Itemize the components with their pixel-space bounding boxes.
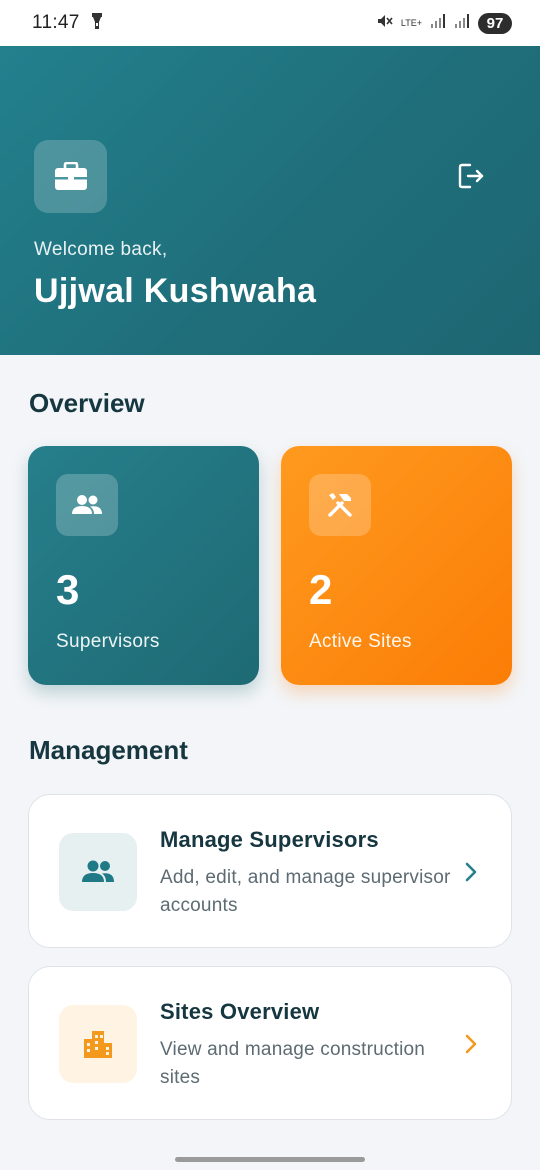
- supervisors-count: 3: [56, 566, 80, 613]
- user-name: Ujjwal Kushwaha: [34, 272, 317, 310]
- logout-icon: [457, 162, 487, 195]
- sites-overview-card[interactable]: Sites Overview View and manage construct…: [28, 966, 512, 1120]
- sites-overview-title: Sites Overview: [160, 999, 320, 1024]
- sites-overview-description: View and manage construction sites: [160, 1039, 426, 1088]
- supervisors-stat-card[interactable]: 3 Supervisors: [28, 446, 259, 685]
- chevron-right-icon: [459, 1031, 483, 1057]
- manage-supervisors-title: Manage Supervisors: [160, 827, 379, 852]
- chevron-right-icon: [459, 859, 483, 885]
- active-sites-label: Active Sites: [309, 631, 412, 652]
- supervisors-label: Supervisors: [56, 631, 160, 652]
- welcome-text: Welcome back,: [34, 239, 168, 260]
- signal-icon: [454, 13, 470, 33]
- management-title: Management: [29, 735, 188, 765]
- flashlight-icon: [91, 12, 102, 34]
- group-icon: [56, 474, 118, 536]
- header-banner: Welcome back, Ujjwal Kushwaha: [0, 46, 540, 355]
- tools-icon: [309, 474, 371, 536]
- briefcase-icon: [34, 140, 107, 213]
- building-icon: [59, 1005, 137, 1083]
- group-icon: [59, 833, 137, 911]
- battery-indicator: 97: [478, 12, 512, 34]
- logout-button[interactable]: [452, 158, 492, 198]
- signal-icon: [430, 13, 446, 33]
- active-sites-count: 2: [309, 566, 333, 613]
- active-sites-stat-card[interactable]: 2 Active Sites: [281, 446, 512, 685]
- mute-icon: [377, 13, 393, 34]
- status-bar: 11:47 LTE+ 97: [0, 0, 540, 46]
- home-indicator[interactable]: [175, 1157, 365, 1162]
- overview-title: Overview: [29, 388, 145, 418]
- network-label: LTE+: [400, 17, 422, 28]
- manage-supervisors-card[interactable]: Manage Supervisors Add, edit, and manage…: [28, 794, 512, 948]
- status-time: 11:47: [32, 12, 80, 33]
- manage-supervisors-description: Add, edit, and manage supervisor account…: [160, 867, 451, 916]
